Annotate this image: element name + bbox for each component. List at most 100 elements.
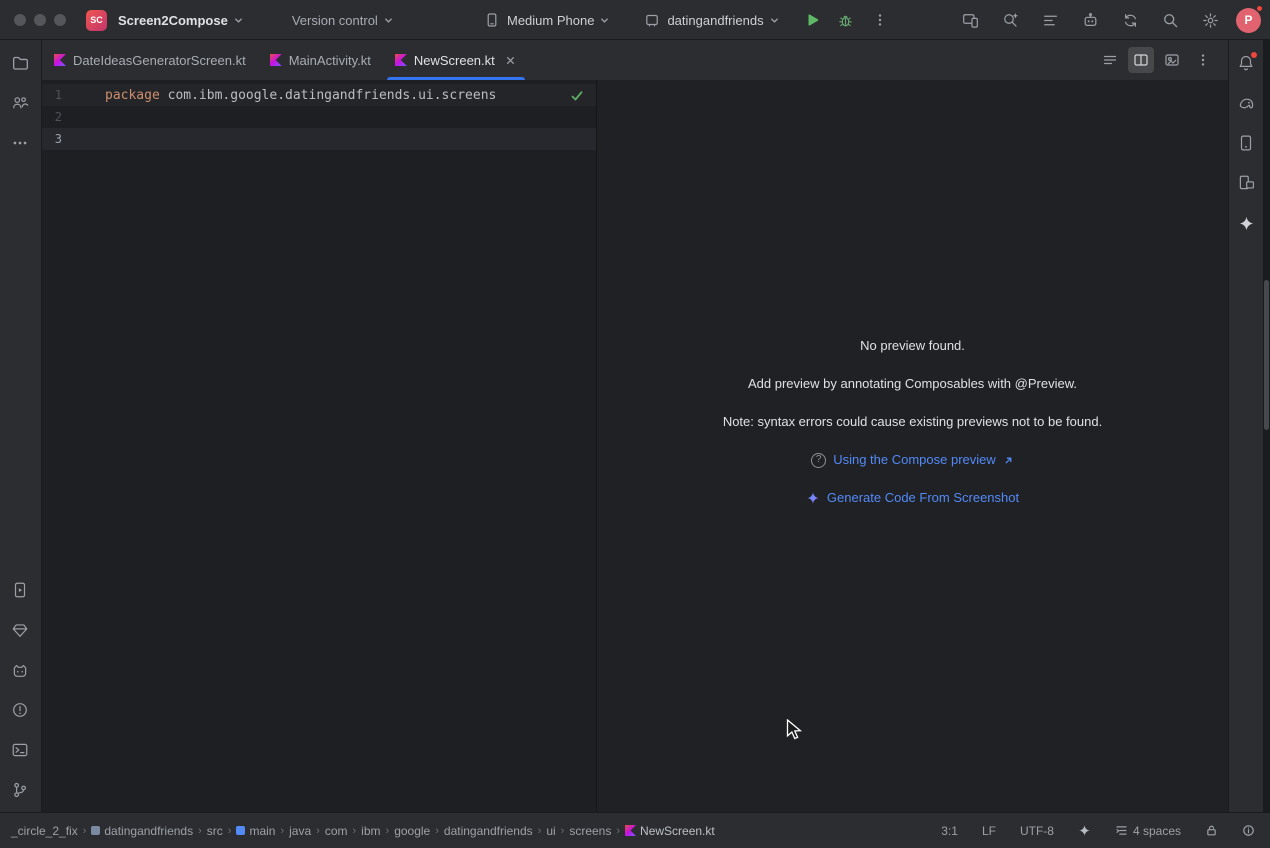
problems-tool-button[interactable]: [5, 695, 35, 725]
breadcrumb-item[interactable]: screens: [566, 822, 614, 840]
kotlin-file-icon: [270, 54, 282, 66]
code-line-current[interactable]: 3: [42, 128, 596, 150]
minimize-window-button[interactable]: [34, 14, 46, 26]
gemini-tool-button[interactable]: [1231, 208, 1261, 238]
encoding-widget[interactable]: UTF-8: [1017, 822, 1057, 840]
cat-icon: [11, 661, 29, 679]
line-number[interactable]: 2: [42, 110, 62, 124]
breadcrumb-item[interactable]: _circle_2_fix: [8, 822, 81, 840]
indent-widget[interactable]: 4 spaces: [1112, 822, 1184, 840]
tab-dateideasgeneratorscreen[interactable]: DateIdeasGeneratorScreen.kt: [42, 40, 258, 80]
info-widget[interactable]: [1239, 822, 1258, 839]
notification-dot: [1251, 52, 1257, 58]
breadcrumb-label: java: [289, 824, 311, 838]
editor-more-button[interactable]: [1190, 47, 1216, 73]
tab-mainactivity[interactable]: MainActivity.kt: [258, 40, 383, 80]
terminal-tool-button[interactable]: [5, 735, 35, 765]
code-line[interactable]: 2: [42, 106, 596, 128]
run-toolbar: Medium Phone datingandfriends: [482, 0, 894, 40]
inspection-status-widget[interactable]: [568, 87, 586, 105]
line-number[interactable]: 3: [42, 132, 62, 146]
more-run-options-button[interactable]: [866, 6, 894, 34]
caret-position-widget[interactable]: 3:1: [938, 822, 961, 840]
close-tab-icon[interactable]: [504, 54, 517, 67]
breadcrumb-item[interactable]: ibm: [358, 822, 383, 840]
close-window-button[interactable]: [14, 14, 26, 26]
project-tool-button[interactable]: [5, 48, 35, 78]
breadcrumb-label: google: [394, 824, 430, 838]
zoom-window-button[interactable]: [54, 14, 66, 26]
app-quality-insights-tool-button[interactable]: [5, 615, 35, 645]
ai-assistant-button[interactable]: [1076, 6, 1104, 34]
robot-icon: [1082, 12, 1099, 29]
design-view-button[interactable]: [1159, 47, 1185, 73]
breadcrumb-separator: ›: [83, 825, 87, 837]
android-studio-window: SC Screen2Compose Version control Me: [0, 0, 1270, 848]
tab-newscreen[interactable]: NewScreen.kt: [383, 40, 529, 80]
breadcrumb-separator: ›: [616, 825, 620, 837]
ai-status-widget[interactable]: [1075, 822, 1094, 839]
breadcrumb-label: ibm: [361, 824, 380, 838]
preview-message-block: No preview found. Add preview by annotat…: [597, 336, 1228, 508]
write-access-widget[interactable]: [1202, 822, 1221, 839]
line-number[interactable]: 1: [42, 88, 62, 102]
structure-button[interactable]: [1036, 6, 1064, 34]
gem-icon: [11, 621, 29, 639]
resource-manager-tool-button[interactable]: [5, 88, 35, 118]
gradle-tool-button[interactable]: [1231, 88, 1261, 118]
inspect-code-button[interactable]: [996, 6, 1024, 34]
compose-preview-help-link[interactable]: Using the Compose preview: [833, 450, 996, 470]
window-controls: [14, 14, 66, 26]
preview-mode-toggles: [1097, 40, 1216, 80]
source-root-icon: [236, 826, 245, 835]
search-everywhere-button[interactable]: [1156, 6, 1184, 34]
run-config-icon: [644, 12, 660, 28]
device-selector[interactable]: Medium Phone: [482, 8, 612, 32]
window-scrollbar-thumb[interactable]: [1264, 280, 1269, 430]
breadcrumb-separator: ›: [435, 825, 439, 837]
breadcrumb-item[interactable]: google: [391, 822, 433, 840]
module-icon: [91, 826, 100, 835]
code-line[interactable]: 1 package com.ibm.google.datingandfriend…: [42, 84, 596, 106]
line-separator-widget[interactable]: LF: [979, 822, 999, 840]
device-mirror-button[interactable]: [956, 6, 984, 34]
device-manager-tool-button[interactable]: [1231, 128, 1261, 158]
more-tool-windows-button[interactable]: [5, 128, 35, 158]
breadcrumb-item[interactable]: java: [286, 822, 314, 840]
breadcrumb-item[interactable]: com: [322, 822, 351, 840]
breadcrumb-item[interactable]: datingandfriends: [441, 822, 536, 840]
settings-button[interactable]: [1196, 6, 1224, 34]
run-configuration-selector[interactable]: datingandfriends: [642, 8, 781, 32]
sparkle-icon: [806, 491, 820, 505]
kotlin-file-icon: [54, 54, 66, 66]
breadcrumb-item[interactable]: main: [233, 822, 278, 840]
gradle-sync-button[interactable]: [1116, 6, 1144, 34]
help-icon[interactable]: ?: [811, 453, 826, 468]
version-control-tool-button[interactable]: [5, 775, 35, 805]
notifications-button[interactable]: [1231, 48, 1261, 78]
indent-icon: [1115, 824, 1128, 837]
version-control-selector[interactable]: Version control: [246, 9, 396, 32]
sparkle-icon: [1238, 215, 1255, 232]
breadcrumb-item-current-file[interactable]: NewScreen.kt: [622, 822, 718, 840]
preview-message: Note: syntax errors could cause existing…: [723, 412, 1102, 432]
debug-button[interactable]: [832, 6, 860, 34]
kotlin-file-icon: [395, 54, 407, 66]
user-avatar[interactable]: P: [1236, 8, 1261, 33]
logcat-tool-button[interactable]: [5, 655, 35, 685]
run-config-label: datingandfriends: [667, 13, 763, 28]
breadcrumb-item[interactable]: ui: [543, 822, 558, 840]
split-view-button[interactable]: [1128, 47, 1154, 73]
project-selector[interactable]: Screen2Compose: [107, 9, 246, 32]
code-editor[interactable]: 1 package com.ibm.google.datingandfriend…: [42, 80, 596, 812]
breadcrumb-label: screens: [569, 824, 611, 838]
ellipsis-icon: [11, 134, 29, 152]
run-button[interactable]: [798, 6, 826, 34]
running-devices-tool-button[interactable]: [5, 575, 35, 605]
breadcrumb-item[interactable]: datingandfriends: [88, 822, 196, 840]
device-explorer-tool-button[interactable]: [1231, 168, 1261, 198]
generate-code-link[interactable]: Generate Code From Screenshot: [827, 488, 1019, 508]
code-view-icon: [1102, 52, 1118, 68]
code-view-button[interactable]: [1097, 47, 1123, 73]
breadcrumb-item[interactable]: src: [204, 822, 226, 840]
